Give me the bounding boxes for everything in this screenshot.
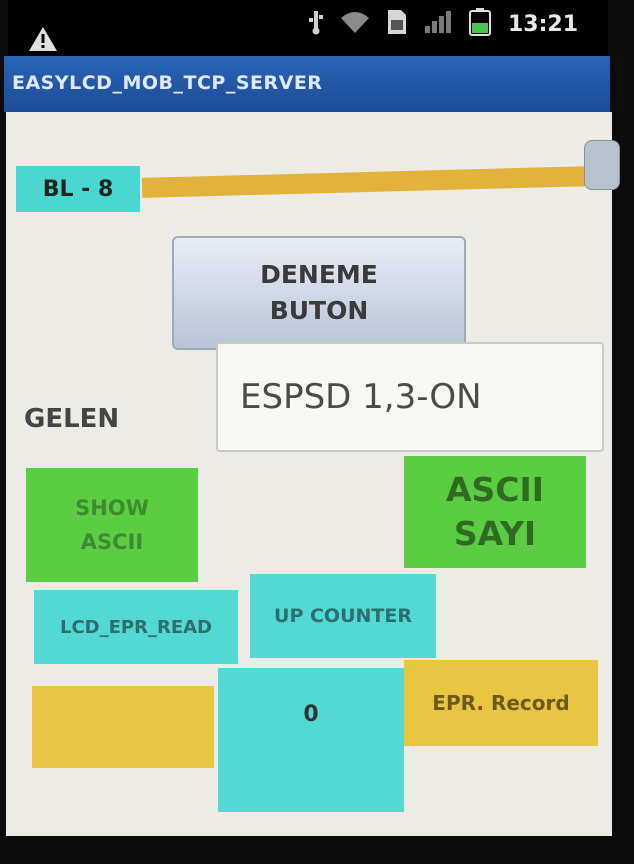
- yellow-field[interactable]: [32, 686, 214, 768]
- signal-icon: [424, 10, 452, 38]
- wifi-icon: [340, 10, 370, 38]
- phone-screen: 13:21 EASYLCD_MOB_TCP_SERVER BL - 8 DENE…: [0, 0, 634, 864]
- status-icons: 13:21: [308, 7, 578, 41]
- backlight-slider-track[interactable]: [141, 166, 593, 198]
- usb-icon: [308, 9, 324, 39]
- ascii-sayi-line1: ASCII: [445, 470, 545, 509]
- status-clock: 13:21: [507, 11, 578, 37]
- ascii-sayi-line2: SAYI: [453, 514, 537, 553]
- status-bar: 13:21: [8, 0, 608, 56]
- show-ascii-line1: SHOW: [75, 496, 149, 520]
- lcd-epr-read-button[interactable]: LCD_EPR_READ: [34, 590, 238, 664]
- battery-icon: [468, 7, 492, 41]
- ascii-sayi-button[interactable]: ASCII SAYI: [404, 456, 586, 568]
- backlight-slider-thumb[interactable]: [584, 140, 620, 190]
- warning-icon: [28, 26, 58, 56]
- deneme-button-line2: BUTON: [269, 296, 369, 325]
- show-ascii-line2: ASCII: [80, 530, 144, 554]
- app-title: EASYLCD_MOB_TCP_SERVER: [12, 72, 323, 94]
- show-ascii-button[interactable]: SHOW ASCII: [26, 468, 198, 582]
- counter-value: 0: [218, 668, 404, 812]
- app-title-bar: EASYLCD_MOB_TCP_SERVER: [4, 56, 610, 112]
- gelen-label: GELEN: [24, 404, 120, 434]
- up-counter-button[interactable]: UP COUNTER: [250, 574, 436, 658]
- gelen-field[interactable]: ESPSD 1,3-ON: [216, 342, 604, 452]
- sd-card-icon: [386, 8, 408, 40]
- app-content: BL - 8 DENEME BUTON GELEN ESPSD 1,3-ON S…: [6, 112, 620, 836]
- deneme-button[interactable]: DENEME BUTON: [172, 236, 466, 350]
- epr-record-button[interactable]: EPR. Record: [404, 660, 598, 746]
- backlight-label: BL - 8: [16, 166, 140, 212]
- deneme-button-line1: DENEME: [260, 260, 378, 289]
